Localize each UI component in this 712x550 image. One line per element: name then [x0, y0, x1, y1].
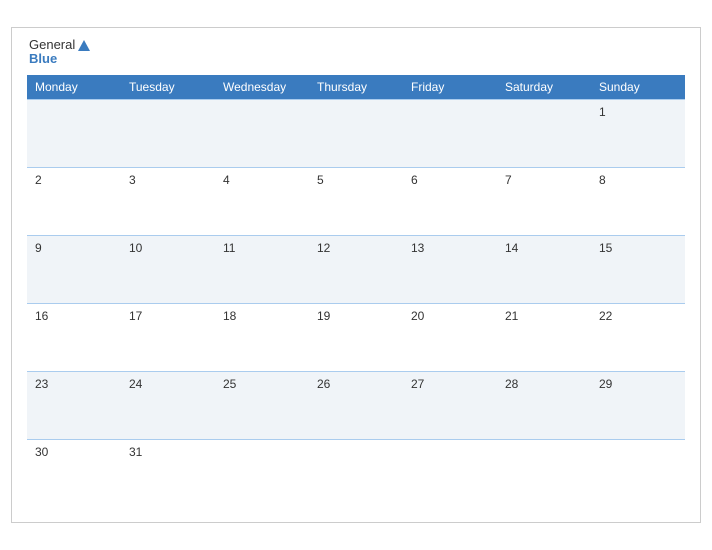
day-number: 17 — [129, 309, 142, 323]
week-row-2: 9 10 11 12 13 14 15 — [27, 235, 685, 303]
week-row-3: 16 17 18 19 20 21 22 — [27, 303, 685, 371]
calendar-cell: 22 — [591, 303, 685, 371]
day-number: 2 — [35, 173, 42, 187]
calendar-cell — [309, 99, 403, 167]
day-number: 11 — [223, 241, 235, 255]
day-number: 28 — [505, 377, 518, 391]
calendar-thead: MondayTuesdayWednesdayThursdayFridaySatu… — [27, 75, 685, 100]
day-number: 25 — [223, 377, 236, 391]
day-number: 26 — [317, 377, 330, 391]
day-number: 20 — [411, 309, 424, 323]
calendar-cell: 16 — [27, 303, 121, 371]
calendar-cell: 28 — [497, 371, 591, 439]
calendar-cell — [27, 99, 121, 167]
calendar-cell: 20 — [403, 303, 497, 371]
day-number: 5 — [317, 173, 324, 187]
calendar-cell: 17 — [121, 303, 215, 371]
calendar-cell: 29 — [591, 371, 685, 439]
calendar-cell: 8 — [591, 167, 685, 235]
calendar-cell: 23 — [27, 371, 121, 439]
day-number: 12 — [317, 241, 330, 255]
weekday-header-monday: Monday — [27, 75, 121, 100]
calendar-cell — [403, 99, 497, 167]
calendar-cell — [497, 439, 591, 507]
day-number: 9 — [35, 241, 42, 255]
calendar-cell — [215, 439, 309, 507]
weekday-header-saturday: Saturday — [497, 75, 591, 100]
day-number: 4 — [223, 173, 230, 187]
calendar-header: General Blue — [27, 38, 685, 67]
day-number: 8 — [599, 173, 606, 187]
calendar-cell: 4 — [215, 167, 309, 235]
week-row-0: 1 — [27, 99, 685, 167]
weekday-header-wednesday: Wednesday — [215, 75, 309, 100]
calendar-cell: 11 — [215, 235, 309, 303]
calendar-cell: 2 — [27, 167, 121, 235]
calendar-cell — [309, 439, 403, 507]
calendar-cell — [121, 99, 215, 167]
logo: General Blue — [29, 38, 90, 67]
calendar-cell: 3 — [121, 167, 215, 235]
calendar-cell: 26 — [309, 371, 403, 439]
calendar-cell: 21 — [497, 303, 591, 371]
calendar-cell: 15 — [591, 235, 685, 303]
day-number: 16 — [35, 309, 48, 323]
weekday-header-thursday: Thursday — [309, 75, 403, 100]
calendar-cell — [215, 99, 309, 167]
calendar-container: General Blue MondayTuesdayWednesdayThurs… — [11, 27, 701, 523]
weekday-header-friday: Friday — [403, 75, 497, 100]
day-number: 21 — [505, 309, 518, 323]
logo-blue-text: Blue — [29, 52, 57, 66]
day-number: 18 — [223, 309, 236, 323]
day-number: 15 — [599, 241, 612, 255]
day-number: 14 — [505, 241, 518, 255]
logo-general-text: General — [29, 38, 75, 52]
day-number: 27 — [411, 377, 424, 391]
day-number: 29 — [599, 377, 612, 391]
calendar-cell: 19 — [309, 303, 403, 371]
day-number: 30 — [35, 445, 48, 459]
calendar-cell — [403, 439, 497, 507]
day-number: 24 — [129, 377, 142, 391]
day-number: 10 — [129, 241, 142, 255]
calendar-cell: 1 — [591, 99, 685, 167]
calendar-cell: 12 — [309, 235, 403, 303]
calendar-cell: 7 — [497, 167, 591, 235]
weekday-header-tuesday: Tuesday — [121, 75, 215, 100]
calendar-cell: 25 — [215, 371, 309, 439]
weekday-header-sunday: Sunday — [591, 75, 685, 100]
calendar-cell — [591, 439, 685, 507]
calendar-cell: 5 — [309, 167, 403, 235]
calendar-cell: 18 — [215, 303, 309, 371]
day-number: 3 — [129, 173, 136, 187]
day-number: 6 — [411, 173, 418, 187]
day-number: 22 — [599, 309, 612, 323]
day-number: 19 — [317, 309, 330, 323]
calendar-cell: 31 — [121, 439, 215, 507]
calendar-cell: 10 — [121, 235, 215, 303]
calendar-cell: 6 — [403, 167, 497, 235]
week-row-1: 2 3 4 5 6 7 8 — [27, 167, 685, 235]
calendar-cell: 13 — [403, 235, 497, 303]
day-number: 7 — [505, 173, 512, 187]
calendar-cell: 30 — [27, 439, 121, 507]
day-number: 31 — [129, 445, 142, 459]
calendar-cell: 14 — [497, 235, 591, 303]
weekday-header-row: MondayTuesdayWednesdayThursdayFridaySatu… — [27, 75, 685, 100]
week-row-4: 23 24 25 26 27 28 29 — [27, 371, 685, 439]
day-number: 13 — [411, 241, 424, 255]
day-number: 1 — [599, 105, 606, 119]
calendar-cell: 27 — [403, 371, 497, 439]
week-row-5: 30 31 — [27, 439, 685, 507]
calendar-cell: 24 — [121, 371, 215, 439]
calendar-cell — [497, 99, 591, 167]
calendar-tbody: 1234567891011121314151617181920212223242… — [27, 99, 685, 507]
day-number: 23 — [35, 377, 48, 391]
logo-triangle-icon — [78, 40, 90, 51]
calendar-table: MondayTuesdayWednesdayThursdayFridaySatu… — [27, 75, 685, 508]
calendar-cell: 9 — [27, 235, 121, 303]
